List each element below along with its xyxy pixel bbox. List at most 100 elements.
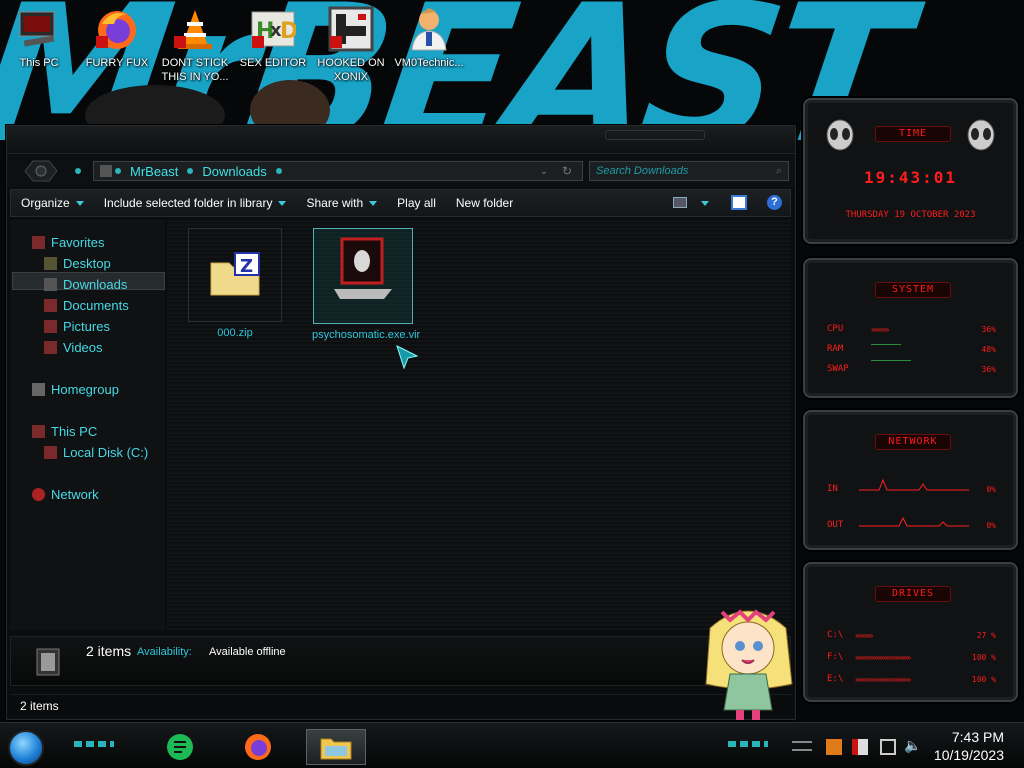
navigation-pane: Favorites Desktop Downloads Documents Pi… xyxy=(10,220,165,630)
command-bar: Organize Include selected folder in libr… xyxy=(10,189,791,217)
desktop-icon-label: This PC xyxy=(19,57,59,69)
desktop-icon-furry-fux[interactable]: FURRY FUX xyxy=(78,6,156,70)
network-gadget[interactable]: NETWORK IN 0% OUT 0% xyxy=(803,410,1018,550)
view-options-icon[interactable] xyxy=(673,197,687,208)
cpu-value: 36% xyxy=(981,325,996,334)
desktop-icon-label: FURRY FUX xyxy=(85,57,149,69)
clock-time: 7:43 PM xyxy=(951,729,1004,745)
search-icon[interactable]: ⌕ xyxy=(776,165,782,178)
desktop-folder-icon xyxy=(44,256,57,270)
taskbar-app-explorer[interactable] xyxy=(306,729,366,765)
dropdown-arrow-icon[interactable] xyxy=(701,201,709,206)
refresh-icon[interactable]: ↻ xyxy=(562,164,572,178)
desktop-icon-dont-stick[interactable]: DONT STICK THIS IN YO... xyxy=(156,6,234,84)
separator-dot-icon xyxy=(187,168,194,174)
ram-graph xyxy=(871,344,901,345)
file-item-zip[interactable]: Z 000.zip xyxy=(187,228,283,340)
history-dot-icon[interactable] xyxy=(75,168,81,174)
svg-text:Z: Z xyxy=(240,256,253,277)
nav-desktop[interactable]: Desktop xyxy=(44,254,111,272)
system-gadget[interactable]: SYSTEM CPU »»»»» 36% RAM 48% SWAP 36% xyxy=(803,258,1018,398)
nav-local-disk[interactable]: Local Disk (C:) xyxy=(44,443,148,461)
start-button[interactable] xyxy=(8,730,44,766)
drive-e-meter-icon: »»»»»»»»»»»»»»»» xyxy=(855,675,911,684)
swap-label: SWAP xyxy=(827,364,849,374)
play-all-button[interactable]: Play all xyxy=(387,190,446,216)
taskbar: 🔈 7:43 PM 10/19/2023 xyxy=(0,722,1024,768)
nav-pictures[interactable]: Pictures xyxy=(44,317,110,335)
gadget-title: NETWORK xyxy=(875,434,951,450)
preview-pane-icon[interactable] xyxy=(731,195,747,210)
desktop-icon-vm0technic[interactable]: VM0Technic... xyxy=(390,6,468,70)
nav-label: Homegroup xyxy=(51,381,119,397)
tray-app-icon[interactable] xyxy=(826,739,842,755)
net-out-graph xyxy=(859,516,969,527)
gadget-title: DRIVES xyxy=(875,586,951,602)
xonix-game-icon xyxy=(328,6,374,52)
nav-videos[interactable]: Videos xyxy=(44,338,103,356)
breadcrumb-downloads[interactable]: Downloads xyxy=(202,164,266,179)
breadcrumb-mrbeast[interactable]: MrBeast xyxy=(130,164,178,179)
help-icon[interactable]: ? xyxy=(767,195,782,210)
nav-this-pc[interactable]: This PC xyxy=(32,422,97,440)
chevron-down-icon[interactable]: ⌄ xyxy=(540,166,548,177)
details-pane: 2 items Availability: Available offline xyxy=(10,636,791,686)
taskbar-decor xyxy=(74,741,114,747)
nav-label: Downloads xyxy=(63,276,128,292)
search-input[interactable] xyxy=(596,165,766,177)
nav-homegroup[interactable]: Homegroup xyxy=(32,380,119,398)
documents-folder-icon xyxy=(44,298,57,312)
volume-icon[interactable]: 🔈 xyxy=(904,737,921,754)
desktop-icon-label: SEX EDITOR xyxy=(239,57,307,69)
desktop-icon-sex-editor[interactable]: HxD SEX EDITOR xyxy=(234,6,312,70)
alien-head-icon xyxy=(967,119,995,151)
action-center-flag-icon[interactable] xyxy=(852,739,868,755)
drive-f-label: F:\ xyxy=(827,652,844,662)
taskbar-app-notes[interactable] xyxy=(150,729,210,765)
nav-network[interactable]: Network xyxy=(32,485,99,503)
search-box[interactable]: ⌕ xyxy=(589,161,789,181)
include-in-library-button[interactable]: Include selected folder in library xyxy=(94,190,297,216)
back-forward-icon[interactable] xyxy=(21,158,59,184)
cpu-meter-icon: »»»»» xyxy=(871,325,889,334)
show-hidden-icons-icon[interactable] xyxy=(792,741,812,751)
drive-c-meter-icon: »»»»» xyxy=(855,631,873,640)
gadget-clock: 19:43:01 xyxy=(863,168,958,187)
videos-folder-icon xyxy=(44,340,57,354)
drive-e-label: E:\ xyxy=(827,674,844,684)
network-tray-icon[interactable] xyxy=(880,739,896,755)
share-with-button[interactable]: Share with xyxy=(296,190,387,216)
include-label: Include selected folder in library xyxy=(103,196,273,210)
organize-button[interactable]: Organize xyxy=(11,190,94,216)
availability-value: Available offline xyxy=(209,646,286,658)
vlc-cone-icon xyxy=(172,6,218,52)
taskbar-clock[interactable]: 7:43 PM 10/19/2023 xyxy=(934,728,1004,764)
desktop-icon-this-pc[interactable]: This PC xyxy=(0,6,78,70)
gadget-title: TIME xyxy=(875,126,951,142)
status-bar: 2 items xyxy=(10,694,791,716)
swap-value: 36% xyxy=(981,365,996,374)
taskbar-decor xyxy=(728,741,768,747)
desktop-icon-hooked-on-xonix[interactable]: HOOKED ON XONIX xyxy=(312,6,390,84)
svg-text:D: D xyxy=(280,19,296,44)
folder-icon xyxy=(320,738,352,760)
drives-gadget[interactable]: DRIVES C:\ »»»»» 27 % F:\ »»»»»»»»»»»»»»… xyxy=(803,562,1018,702)
gadget-title: SYSTEM xyxy=(875,282,951,298)
taskbar-app-firefox[interactable] xyxy=(228,729,288,765)
dropdown-arrow-icon xyxy=(278,200,287,206)
file-list: Z 000.zip psychosomatic.exe.vir xyxy=(167,220,791,630)
time-gadget[interactable]: TIME 19:43:01 THURSDAY 19 OCTOBER 2023 xyxy=(803,98,1018,244)
new-folder-button[interactable]: New folder xyxy=(446,190,523,216)
availability-label: Availability: xyxy=(137,646,192,658)
nav-downloads[interactable]: Downloads xyxy=(44,275,127,293)
window-title-bar[interactable] xyxy=(7,126,795,154)
file-name: psychosomatic.exe.vir xyxy=(312,329,421,341)
mouse-cursor-icon xyxy=(395,344,419,373)
nav-documents[interactable]: Documents xyxy=(44,296,129,314)
file-item-exe-vir[interactable]: psychosomatic.exe.vir xyxy=(312,228,421,342)
nav-favorites[interactable]: Favorites xyxy=(32,233,104,251)
address-bar[interactable]: MrBeast Downloads ⌄ ↻ xyxy=(93,161,583,181)
share-label: Share with xyxy=(306,196,364,210)
nav-label: Pictures xyxy=(63,318,110,334)
folder-small-icon xyxy=(100,165,112,177)
